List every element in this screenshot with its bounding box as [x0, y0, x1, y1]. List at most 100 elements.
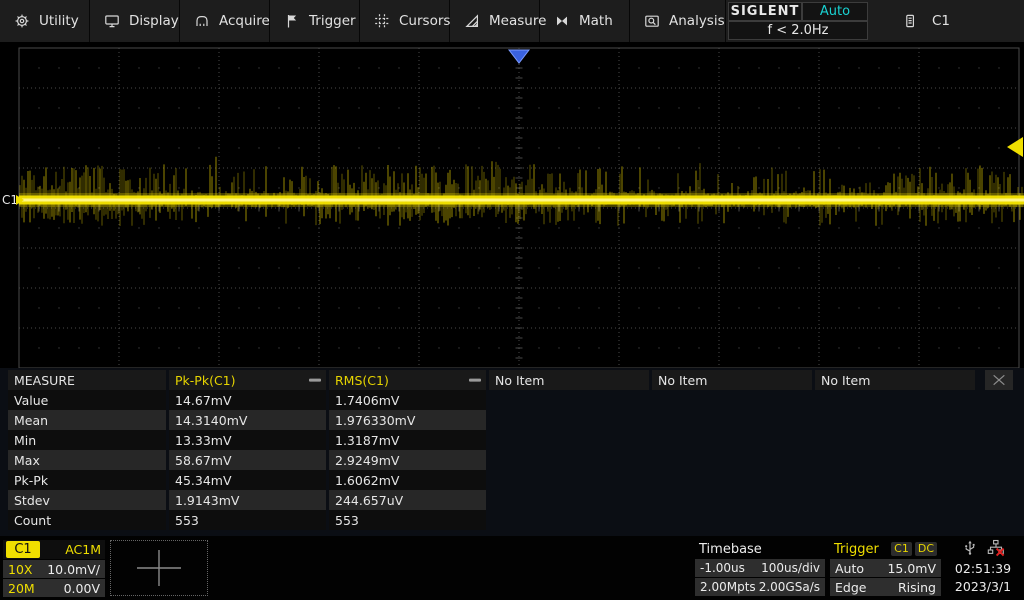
- trigger-source-chip: C1: [891, 542, 912, 556]
- measure-column-header[interactable]: No Item: [652, 370, 812, 390]
- analysis-icon: [644, 13, 660, 29]
- remove-measure-button[interactable]: [468, 373, 482, 387]
- measure-value: [652, 410, 812, 430]
- measure-value: 1.976330mV: [329, 410, 486, 430]
- menu-item-display[interactable]: Display: [90, 0, 180, 42]
- menu-item-utility[interactable]: Utility: [0, 0, 90, 42]
- display-icon: [104, 13, 120, 29]
- channel1-probe: 10X: [8, 562, 32, 577]
- measure-value: [489, 390, 649, 410]
- measure-value: 2.9249mV: [329, 450, 486, 470]
- measure-value: [652, 490, 812, 510]
- measure-value: 553: [169, 510, 326, 530]
- channel1-coupling: AC1M: [65, 542, 101, 557]
- measure-row: Mean14.3140mV1.976330mV: [8, 410, 975, 430]
- menu-item-cursors[interactable]: Cursors: [360, 0, 450, 42]
- menu-item-label: Analysis: [669, 13, 725, 29]
- menu-items: Utility Display AcquireTriggerCursorsMeasu…: [0, 0, 726, 42]
- channel1-zero-label: C1: [2, 193, 18, 207]
- measure-value: 14.3140mV: [169, 410, 326, 430]
- measure-value: [815, 390, 975, 410]
- measure-value: [652, 390, 812, 410]
- measure-column-header[interactable]: No Item: [489, 370, 649, 390]
- channel1-scale: 10.0mV/: [47, 562, 100, 577]
- measure-column-header[interactable]: Pk-Pk(C1): [169, 370, 326, 390]
- trigger-position-marker[interactable]: [509, 50, 529, 63]
- measure-value: [652, 470, 812, 490]
- measure-row: Stdev1.9143mV244.657uV: [8, 490, 975, 510]
- menu-item-trigger[interactable]: Trigger: [270, 0, 360, 42]
- channel1-tab[interactable]: C1: [6, 541, 40, 558]
- measure-value: [489, 450, 649, 470]
- measure-value: [489, 490, 649, 510]
- measure-row: Count553553: [8, 510, 975, 530]
- measure-column-label: RMS(C1): [335, 373, 389, 388]
- menu-item-label: Math: [579, 13, 613, 29]
- measure-value: 58.67mV: [169, 450, 326, 470]
- measure-value: 1.3187mV: [329, 430, 486, 450]
- channel1-offset: 0.00V: [64, 581, 100, 596]
- measure-table: MEASURE Pk-Pk(C1) RMS(C1) No Item No Item No …: [8, 370, 975, 530]
- measure-column-header[interactable]: RMS(C1): [329, 370, 486, 390]
- add-channel-button[interactable]: [110, 540, 208, 596]
- timebase-descriptor[interactable]: Timebase -1.00us 100us/div 2.00Mpts 2.00…: [695, 540, 825, 597]
- measure-value: 1.7406mV: [329, 390, 486, 410]
- measure-row-label: Pk-Pk: [8, 470, 166, 490]
- logo-status-block: SIGLENT Auto f < 2.0Hz: [728, 2, 868, 40]
- lan-disconnected-icon: [987, 539, 1005, 561]
- menu-item-label: Display: [129, 13, 179, 29]
- measure-value: [815, 430, 975, 450]
- menu-bar: Utility Display AcquireTriggerCursorsMeasu…: [0, 0, 1024, 42]
- menu-item-analysis[interactable]: Analysis: [630, 0, 726, 42]
- trigger-level: 15.0mV: [887, 561, 936, 576]
- measure-title: MEASURE: [8, 370, 166, 390]
- measure-row: Pk-Pk45.34mV1.6062mV: [8, 470, 975, 490]
- measure-row-label: Min: [8, 430, 166, 450]
- measure-column-header[interactable]: No Item: [815, 370, 975, 390]
- channel1-bandwidth: 20M: [8, 581, 35, 596]
- measure-value: [489, 410, 649, 430]
- menu-item-math[interactable]: Math: [540, 0, 630, 42]
- close-measure-panel-button[interactable]: [985, 370, 1013, 390]
- measure-header-row: MEASURE Pk-Pk(C1) RMS(C1) No Item No Item No …: [8, 370, 975, 390]
- measure-value: [815, 510, 975, 530]
- counter-source-label: C1: [932, 13, 950, 29]
- trigger-descriptor[interactable]: Trigger C1 DC Auto 15.0mV Edge Rising: [830, 540, 941, 597]
- measure-panel: MEASURE Pk-Pk(C1) RMS(C1) No Item No Item No …: [0, 368, 1024, 536]
- measure-column-label: No Item: [495, 373, 544, 388]
- trigger-level-marker[interactable]: [1007, 137, 1023, 157]
- acquisition-status-text: Auto: [820, 4, 850, 19]
- menu-item-measure[interactable]: Measure: [450, 0, 540, 42]
- timebase-sample-rate: 2.00GSa/s: [759, 580, 820, 594]
- system-time: 02:51:39: [955, 560, 1011, 578]
- remove-measure-button[interactable]: [308, 373, 322, 387]
- status-bar: C1 AC1M 10X 10.0mV/ 20M 0.00V Timebase -…: [0, 536, 1024, 600]
- menu-item-label: Acquire: [219, 13, 270, 29]
- brand-logo: SIGLENT: [728, 2, 802, 21]
- gear-icon: [14, 13, 30, 29]
- trigger-coupling-chip: DC: [915, 542, 937, 556]
- measure-row-label: Stdev: [8, 490, 166, 510]
- measure-row-label: Max: [8, 450, 166, 470]
- measure-row: Min13.33mV1.3187mV: [8, 430, 975, 450]
- measure-value: [489, 470, 649, 490]
- timebase-memory: 2.00Mpts: [700, 580, 756, 594]
- measure-value: 553: [329, 510, 486, 530]
- measure-value: [815, 490, 975, 510]
- brand-text: SIGLENT: [731, 4, 800, 19]
- measure-value: 14.67mV: [169, 390, 326, 410]
- measure-value: [652, 450, 812, 470]
- usb-icon: [961, 539, 979, 561]
- measure-column-label: No Item: [821, 373, 870, 388]
- measure-column-label: Pk-Pk(C1): [175, 373, 236, 388]
- menu-item-label: Utility: [39, 13, 79, 29]
- waveform-display[interactable]: C1: [0, 42, 1024, 368]
- trigger-slope: Rising: [898, 580, 936, 595]
- system-date: 2023/3/1: [955, 578, 1011, 596]
- measure-value: 45.34mV: [169, 470, 326, 490]
- measure-value: [815, 410, 975, 430]
- channel1-descriptor[interactable]: C1 AC1M 10X 10.0mV/ 20M 0.00V: [3, 540, 105, 597]
- menu-item-acquire[interactable]: Acquire: [180, 0, 270, 42]
- timebase-scale: 100us/div: [761, 561, 820, 575]
- measure-value: [815, 450, 975, 470]
